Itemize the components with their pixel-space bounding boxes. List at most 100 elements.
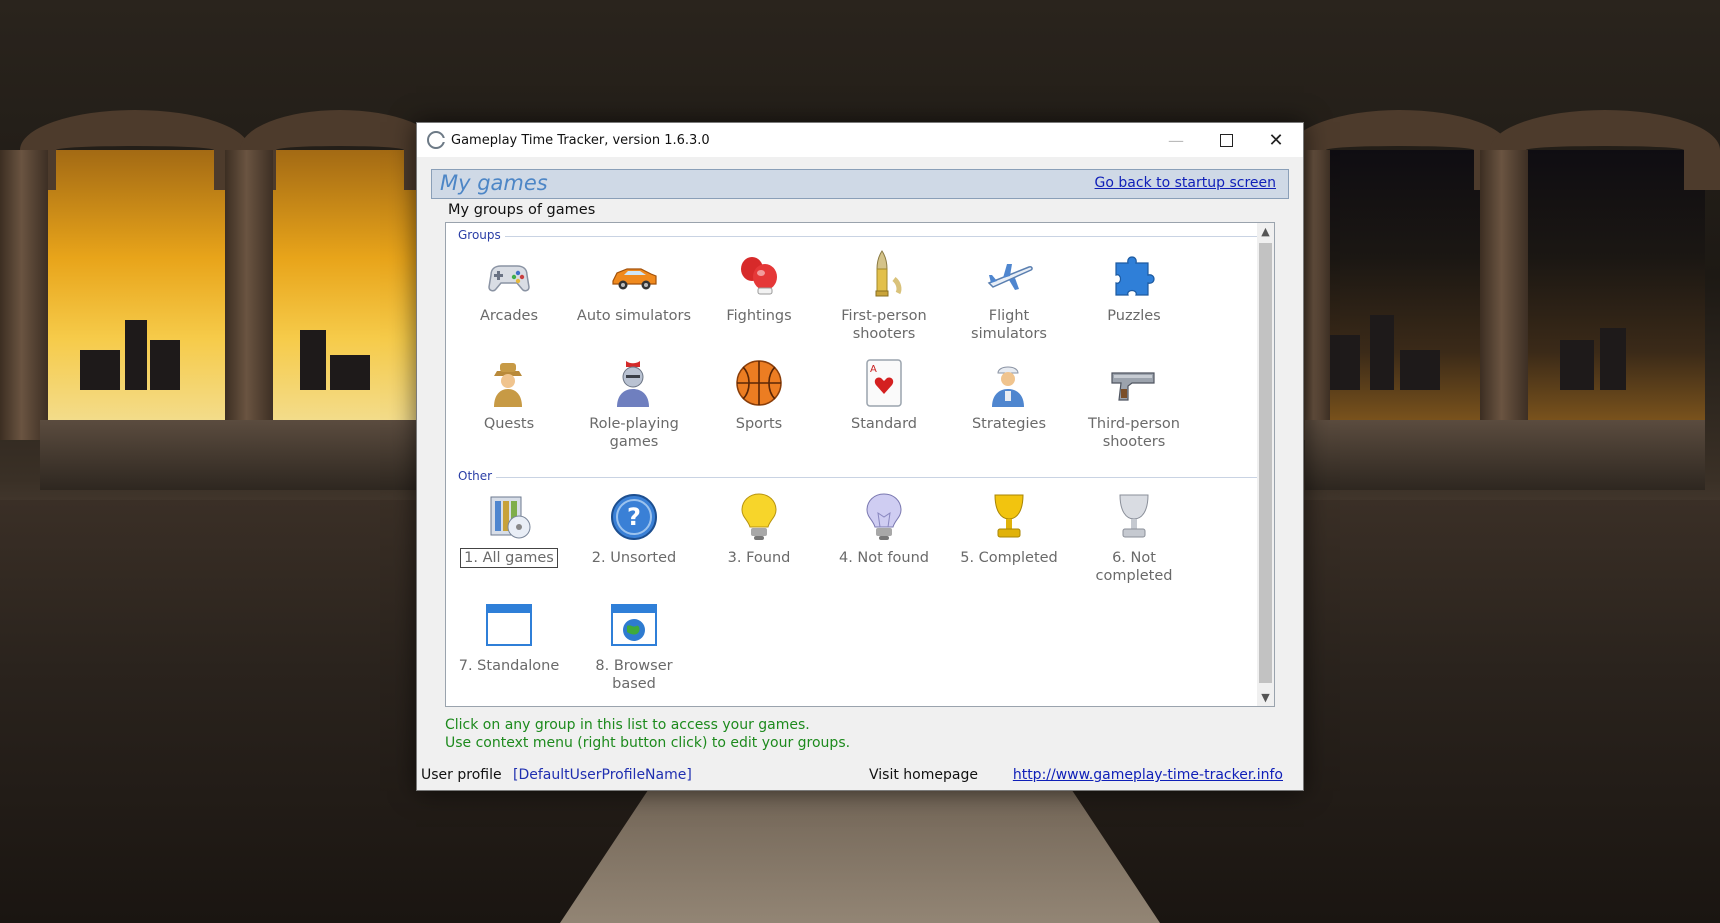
group-item-label: Puzzles — [1107, 308, 1161, 324]
group-item-label: 6. Not completed — [1095, 550, 1173, 584]
car-icon — [608, 249, 660, 301]
pistol-icon — [1108, 357, 1160, 409]
other-item-completed[interactable]: 5. Completed — [949, 491, 1069, 567]
puzzle-piece-icon — [1108, 249, 1160, 301]
group-item-puzzles[interactable]: Puzzles — [1074, 249, 1194, 325]
svg-text:?: ? — [627, 503, 641, 531]
scroll-down-arrow-icon[interactable]: ▼ — [1257, 689, 1274, 706]
group-item-label: 8. Browser based — [595, 658, 673, 692]
app-window: Gameplay Time Tracker, version 1.6.3.0 —… — [416, 122, 1304, 791]
user-profile-link[interactable]: [DefaultUserProfileName] — [513, 767, 692, 783]
window-title: Gameplay Time Tracker, version 1.6.3.0 — [451, 132, 710, 148]
group-item-label: 7. Standalone — [458, 658, 560, 674]
maximize-button[interactable] — [1201, 123, 1251, 157]
selected-label: 1. All games — [460, 548, 558, 568]
wallpaper-pillar — [0, 150, 48, 440]
group-item-third-person-shooters[interactable]: Third-person shooters — [1074, 357, 1194, 451]
user-profile-label: User profile — [421, 767, 502, 783]
knight-icon — [608, 357, 660, 409]
section-divider — [458, 236, 1258, 237]
boxing-gloves-icon — [733, 249, 785, 301]
group-item-strategies[interactable]: Strategies — [949, 357, 1069, 433]
scroll-up-arrow-icon[interactable]: ▲ — [1257, 223, 1274, 240]
group-item-label: Quests — [483, 416, 535, 432]
groups-subtitle: My groups of games — [448, 202, 596, 218]
group-item-label: Third-person shooters — [1088, 416, 1180, 450]
page-header: My games Go back to startup screen — [431, 169, 1289, 199]
wallpaper-pillar — [1300, 150, 1330, 440]
group-item-standard[interactable]: A Standard — [824, 357, 944, 433]
group-item-label: 4. Not found — [838, 550, 930, 566]
minimize-button[interactable]: — — [1151, 123, 1201, 157]
scrollbar-thumb[interactable] — [1259, 243, 1272, 683]
section-other: Other — [458, 469, 1258, 484]
other-item-not-completed[interactable]: 6. Not completed — [1074, 491, 1194, 585]
gamepad-icon — [483, 249, 535, 301]
page-title: My games — [440, 171, 548, 195]
group-item-label: 2. Unsorted — [591, 550, 677, 566]
group-item-role-playing-games[interactable]: Role-playing games — [574, 357, 694, 451]
visit-homepage-label: Visit homepage — [869, 767, 978, 783]
section-other-label: Other — [458, 469, 497, 483]
group-item-label: Fightings — [726, 308, 792, 324]
group-item-label: Auto simulators — [576, 308, 692, 324]
app-logo-icon — [427, 131, 445, 149]
detective-icon — [483, 357, 535, 409]
lightbulb-off-icon — [858, 491, 910, 543]
title-bar[interactable]: Gameplay Time Tracker, version 1.6.3.0 —… — [417, 123, 1303, 157]
other-item-browser-based[interactable]: 8. Browser based — [574, 599, 694, 693]
group-item-flight-simulators[interactable]: Flight simulators — [949, 249, 1069, 343]
gold-cup-icon — [983, 491, 1035, 543]
playing-card-icon: A — [858, 357, 910, 409]
other-item-found[interactable]: 3. Found — [699, 491, 819, 567]
close-button[interactable]: ✕ — [1251, 123, 1301, 157]
other-item-unsorted[interactable]: ? 2. Unsorted — [574, 491, 694, 567]
other-item-all-games[interactable]: 1. All games — [449, 491, 569, 568]
wallpaper-arch — [20, 110, 250, 190]
groups-list[interactable]: Groups Arcades Auto simulators Fightings… — [445, 222, 1275, 707]
wallpaper-pillar — [1480, 150, 1528, 440]
section-groups: Groups — [458, 228, 1258, 243]
wallpaper-water — [40, 420, 430, 490]
other-item-standalone[interactable]: 7. Standalone — [449, 599, 569, 675]
bullet-icon — [858, 249, 910, 301]
window-icon — [483, 599, 535, 651]
client-area: My games Go back to startup screen My gr… — [431, 169, 1289, 751]
group-item-label: Flight simulators — [971, 308, 1047, 342]
browser-globe-icon — [608, 599, 660, 651]
general-icon — [983, 357, 1035, 409]
group-item-first-person-shooters[interactable]: First-person shooters — [824, 249, 944, 343]
group-item-quests[interactable]: Quests — [449, 357, 569, 433]
group-item-label: Strategies — [971, 416, 1047, 432]
group-item-auto-simulators[interactable]: Auto simulators — [574, 249, 694, 325]
group-item-label: Arcades — [479, 308, 539, 324]
airplane-icon — [983, 249, 1035, 301]
wallpaper-water — [1305, 420, 1705, 490]
homepage-link[interactable]: http://www.gameplay-time-tracker.info — [1013, 767, 1283, 783]
hint-line-1: Click on any group in this list to acces… — [445, 717, 810, 733]
vertical-scrollbar[interactable]: ▲ ▼ — [1257, 223, 1274, 706]
question-icon: ? — [608, 491, 660, 543]
other-item-not-found[interactable]: 4. Not found — [824, 491, 944, 567]
group-item-arcades[interactable]: Arcades — [449, 249, 569, 325]
status-bar: User profile [DefaultUserProfileName] Vi… — [417, 762, 1303, 790]
silver-cup-icon — [1108, 491, 1160, 543]
section-groups-label: Groups — [458, 228, 505, 242]
group-item-label: First-person shooters — [841, 308, 927, 342]
maximize-icon — [1219, 133, 1233, 147]
svg-text:A: A — [870, 364, 877, 375]
hint-line-2: Use context menu (right button click) to… — [445, 735, 851, 751]
group-item-label: Sports — [735, 416, 783, 432]
all-games-icon — [483, 491, 535, 543]
group-item-label: 1. All games — [449, 548, 569, 568]
group-item-label: 3. Found — [727, 550, 791, 566]
hint-text: Click on any group in this list to acces… — [445, 716, 850, 752]
group-item-label: Role-playing games — [589, 416, 679, 450]
group-item-fightings[interactable]: Fightings — [699, 249, 819, 325]
basketball-icon — [733, 357, 785, 409]
group-item-label: Standard — [851, 416, 917, 432]
group-item-sports[interactable]: Sports — [699, 357, 819, 433]
lightbulb-on-icon — [733, 491, 785, 543]
back-to-startup-link[interactable]: Go back to startup screen — [1095, 175, 1276, 191]
wallpaper-pillar — [225, 150, 273, 440]
